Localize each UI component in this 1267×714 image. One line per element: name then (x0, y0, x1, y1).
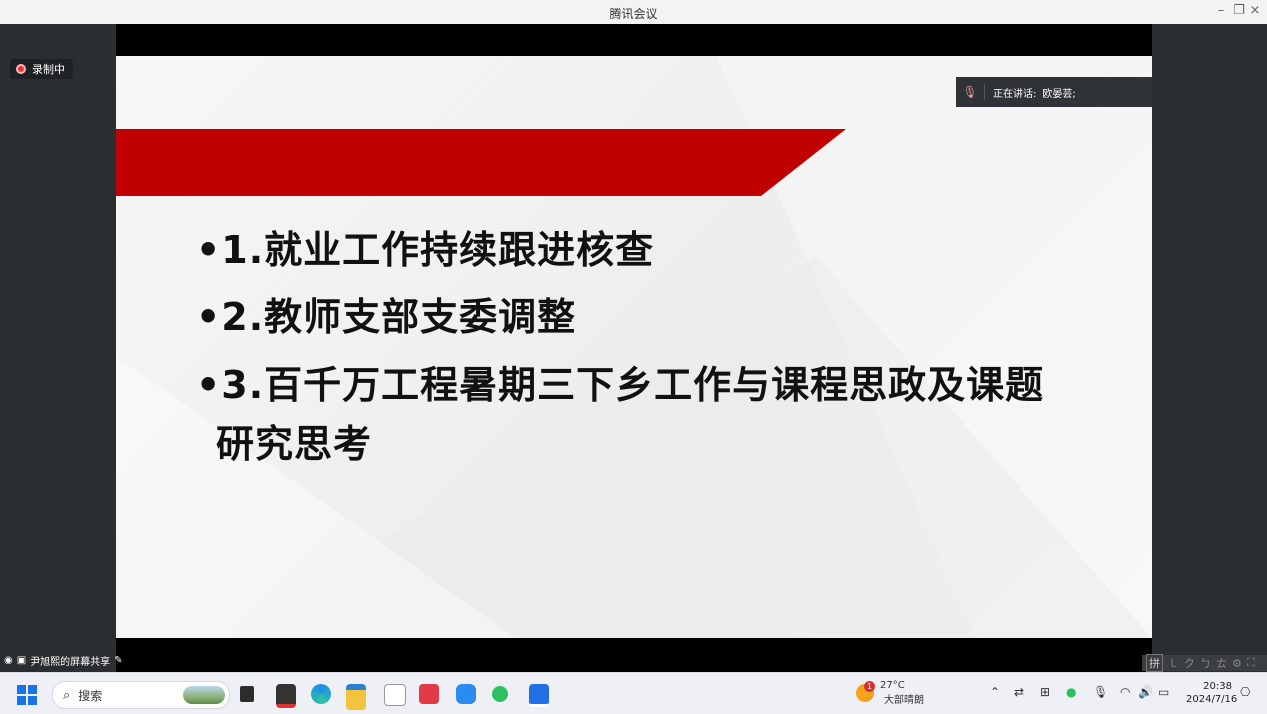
ime-item[interactable]: ㄅ (1200, 655, 1211, 671)
battery-icon[interactable]: ▭ (1158, 685, 1169, 699)
edge-icon[interactable] (311, 684, 331, 704)
share-user-icon: ◉ (4, 655, 13, 666)
window-title: 腾讯会议 (609, 7, 658, 21)
red-banner (116, 129, 846, 196)
weather-widget[interactable]: 1 27°C 大部晴朗 (856, 680, 924, 706)
search-placeholder: 搜索 (78, 688, 103, 703)
meeting-tray-icon[interactable]: ⊞ (1040, 685, 1050, 699)
search-highlight-image (183, 686, 225, 704)
screen-icon: ▣ (16, 655, 27, 666)
share-owner-label: 尹旭熙的屏幕共享 (30, 657, 111, 668)
recording-label: 录制中 (32, 63, 65, 76)
ime-item[interactable]: ㇄ (1168, 655, 1179, 671)
ime-toolbar: 拼 ㇄ ク ㄅ ㄊ ⚙ ⛶ (1142, 654, 1267, 672)
weather-badge: 1 (864, 681, 875, 692)
slide-bullet-3: •3.百千万工程暑期三下乡工作与课程思政及课题 (196, 363, 1045, 407)
slide-bullet-1: •1.就业工作持续跟进核查 (196, 228, 655, 272)
switch-icon[interactable]: ⇄ (1014, 685, 1024, 699)
close-button[interactable]: × (1246, 3, 1264, 18)
annotate-pen-icon[interactable]: ✎ (114, 655, 122, 666)
tencent-meeting-icon[interactable] (529, 684, 549, 707)
media-player-icon[interactable] (276, 684, 296, 708)
ime-item[interactable]: ㄊ (1216, 655, 1227, 671)
weather-desc: 大部晴朗 (884, 695, 924, 706)
wechat-icon[interactable] (492, 686, 508, 702)
meeting-app-icon[interactable] (384, 684, 406, 706)
microphone-icon[interactable]: 🎙 (1093, 685, 1108, 699)
meeting-stage: 录制中 •1.就业工作持续跟进核查 •2.教师支部支委调整 •3.百千万工程暑期… (0, 24, 1267, 672)
weather-icon: 1 (856, 681, 875, 702)
screen-share-label[interactable]: ◉ ▣ 尹旭熙的屏幕共享 ✎ (4, 653, 123, 668)
ime-settings-icon[interactable]: ⚙ (1232, 657, 1242, 670)
active-speaker-indicator: 🎙 正在讲话: 欧晏芸; (956, 77, 1152, 107)
presentation-slide: •1.就业工作持续跟进核查 •2.教师支部支委调整 •3.百千万工程暑期三下乡工… (116, 56, 1152, 638)
microphone-muted-icon: 🎙 (962, 85, 978, 99)
task-view-icon[interactable] (240, 686, 254, 702)
search-box[interactable]: ⌕ 搜索 (52, 681, 230, 709)
volume-icon[interactable]: 🔊 (1138, 685, 1153, 699)
search-icon: ⌕ (63, 687, 71, 703)
minimize-button[interactable]: – (1212, 3, 1230, 18)
notification-icon[interactable]: ⎔ (1240, 685, 1250, 699)
file-explorer-icon[interactable] (346, 684, 366, 710)
ime-item[interactable]: ク (1184, 655, 1195, 671)
slide-decoration (116, 56, 1152, 638)
huawei-store-icon[interactable] (419, 684, 439, 704)
cloud-drive-icon[interactable] (456, 684, 476, 704)
start-icon[interactable] (17, 685, 37, 705)
slide-bullet-3-continued: 研究思考 (216, 422, 373, 466)
speaker-name: 欧晏芸; (1042, 88, 1076, 100)
taskbar-clock[interactable]: 20:38 2024/7/16 (1186, 680, 1238, 706)
taskbar: ⌕ 搜索 1 27°C 大部晴朗 ⌃ ⇄ ⊞ ● 🎙 ◠ 🔊 ▭ 20:38 2… (0, 672, 1267, 714)
record-icon (16, 64, 26, 74)
screen-share-view: •1.就业工作持续跟进核查 •2.教师支部支委调整 •3.百千万工程暑期三下乡工… (116, 24, 1152, 672)
speaker-label: 正在讲话: (993, 88, 1037, 100)
clock-date: 2024/7/16 (1186, 694, 1238, 705)
wechat-tray-icon[interactable]: ● (1066, 685, 1076, 699)
wifi-icon[interactable]: ◠ (1120, 685, 1130, 699)
slide-bullet-2: •2.教师支部支委调整 (196, 295, 577, 339)
weather-temp: 27°C (880, 680, 905, 691)
chevron-up-icon[interactable]: ⌃ (990, 685, 1000, 699)
clock-time: 20:38 (1203, 681, 1232, 692)
recording-indicator[interactable]: 录制中 (10, 59, 73, 79)
ime-expand-icon[interactable]: ⛶ (1247, 656, 1255, 670)
title-bar: 腾讯会议 – ❐ × (0, 0, 1267, 24)
ime-pinyin-button[interactable]: 拼 (1146, 654, 1163, 672)
